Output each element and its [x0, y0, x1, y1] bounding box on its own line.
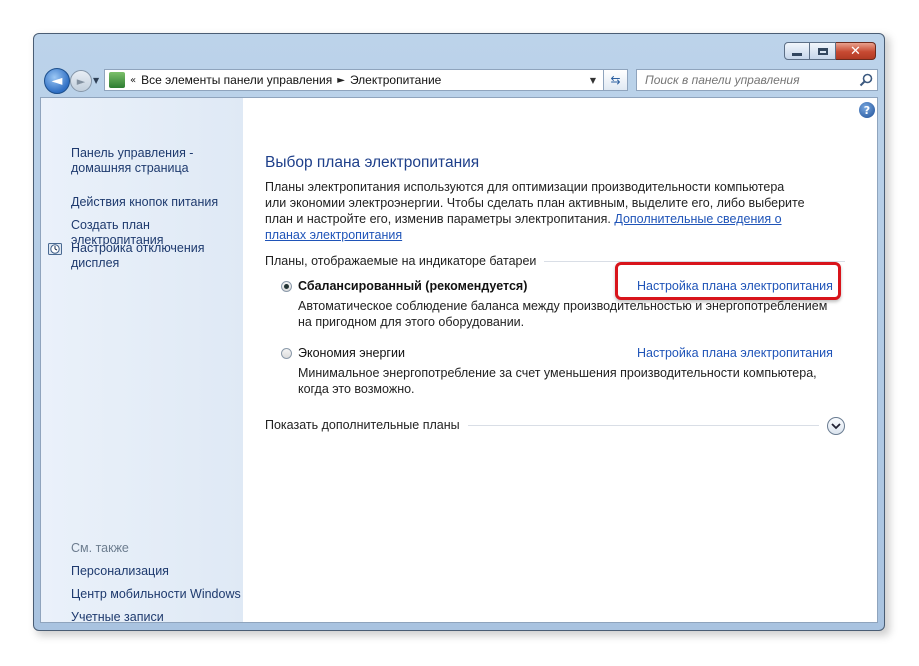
address-dropdown-button[interactable]: ▼ — [582, 69, 604, 91]
plan-power-saver-radio[interactable] — [281, 348, 292, 359]
control-panel-window: ✕ ◄ ► ▼ « Все элементы панели управления… — [33, 33, 885, 631]
page-title: Выбор плана электропитания — [265, 154, 480, 171]
breadcrumb-item-all-items[interactable]: Все элементы панели управления — [141, 73, 332, 87]
group-title: Планы, отображаемые на индикаторе батаре… — [265, 254, 537, 268]
content-area: Панель управления - домашняя страница Де… — [40, 97, 878, 623]
plan-balanced-name[interactable]: Сбалансированный (рекомендуется) — [298, 279, 527, 293]
sidebar-item-power-buttons[interactable]: Действия кнопок питания — [71, 195, 218, 210]
caption-buttons: ✕ — [784, 42, 876, 60]
sidebar-item-display-off[interactable]: Настройка отключения дисплея — [71, 241, 221, 271]
sidebar-item-mobility-center[interactable]: Центр мобильности Windows — [71, 587, 241, 602]
breadcrumb-separator-icon: « — [130, 74, 137, 86]
see-also-heading: См. также — [71, 541, 129, 555]
help-icon[interactable]: ? — [859, 102, 875, 118]
sidebar-item-user-accounts[interactable]: Учетные записи пользователей — [71, 610, 201, 622]
search-box[interactable] — [636, 69, 878, 91]
sidebar-item-home[interactable]: Панель управления - домашняя страница — [71, 146, 231, 176]
minimize-button[interactable] — [784, 42, 810, 60]
refresh-button[interactable]: ⇆ — [604, 69, 628, 91]
breadcrumb-item-power[interactable]: Электропитание — [350, 73, 441, 87]
sidebar-item-personalization[interactable]: Персонализация — [71, 564, 169, 579]
address-bar[interactable]: « Все элементы панели управления ► Элект… — [104, 69, 604, 91]
divider — [467, 424, 819, 426]
chevron-down-icon: ▼ — [589, 75, 597, 85]
chevron-down-icon — [831, 422, 841, 429]
breadcrumb-arrow-icon[interactable]: ► — [337, 75, 345, 86]
minimize-icon — [792, 53, 802, 56]
refresh-icon: ⇆ — [610, 73, 621, 87]
plan-power-saver-settings-link[interactable]: Настройка плана электропитания — [637, 346, 833, 360]
clock-icon — [48, 243, 62, 255]
forward-button[interactable]: ► — [70, 70, 92, 92]
plan-balanced-description: Автоматическое соблюдение баланса между … — [298, 299, 828, 329]
plan-power-saver-description: Минимальное энергопотребление за счет ум… — [298, 366, 817, 396]
plan-balanced-settings-link[interactable]: Настройка плана электропитания — [637, 279, 833, 293]
maximize-button[interactable] — [810, 42, 836, 60]
back-arrow-icon: ◄ — [51, 73, 63, 89]
control-panel-icon — [109, 72, 125, 88]
expand-button[interactable] — [827, 417, 845, 435]
main-panel: ? Выбор плана электропитания Планы элект… — [243, 98, 877, 622]
search-input[interactable] — [643, 72, 857, 88]
page-description: Планы электропитания используются для оп… — [265, 179, 805, 243]
plan-balanced-radio[interactable] — [281, 281, 292, 292]
show-more-plans-label[interactable]: Показать дополнительные планы — [265, 418, 460, 432]
back-button[interactable]: ◄ — [44, 68, 70, 94]
history-dropdown-button[interactable]: ▼ — [93, 76, 99, 85]
navigation-bar: ◄ ► ▼ « Все элементы панели управления ►… — [40, 67, 878, 94]
close-button[interactable]: ✕ — [836, 42, 876, 60]
sidebar: Панель управления - домашняя страница Де… — [41, 98, 243, 622]
show-more-plans[interactable]: Показать дополнительные планы — [265, 418, 845, 432]
close-icon: ✕ — [850, 43, 861, 59]
maximize-icon — [817, 47, 828, 55]
forward-arrow-icon: ► — [76, 74, 86, 88]
chevron-down-icon: ▼ — [93, 76, 100, 85]
search-icon[interactable] — [859, 73, 873, 87]
plan-power-saver-name[interactable]: Экономия энергии — [298, 346, 405, 360]
